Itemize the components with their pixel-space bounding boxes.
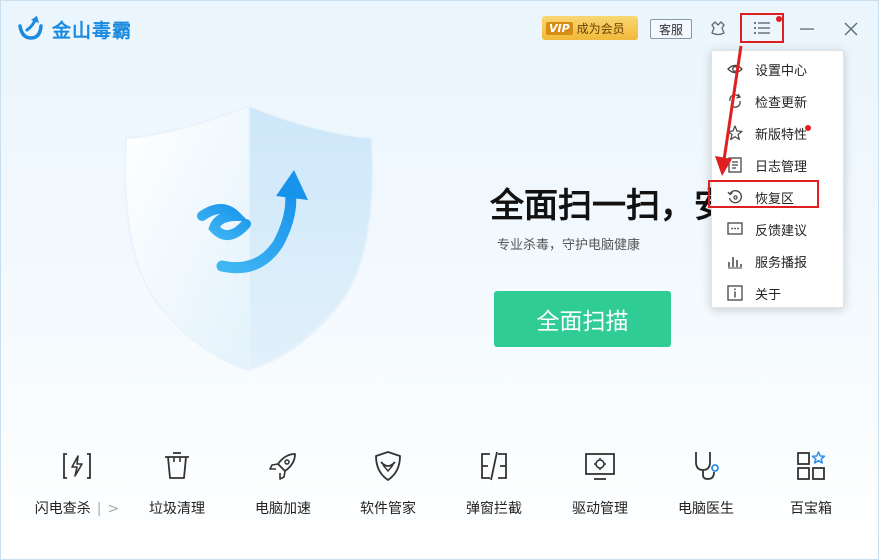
menu-item-label: 关于 <box>755 287 782 303</box>
tool-junk-clean[interactable]: 垃圾清理 <box>124 446 230 526</box>
menu-item-label: 检查更新 <box>755 95 808 111</box>
menu-item-new-features[interactable]: 新版特性 <box>712 117 845 149</box>
hero-title: 全面扫一扫，安 <box>490 186 716 226</box>
tool-software-manager[interactable]: 软件管家 <box>335 446 441 526</box>
menu-item-about[interactable]: 关于 <box>712 277 845 309</box>
hero-subtitle: 专业杀毒，守护电脑健康 <box>497 238 641 253</box>
shield-graphic <box>124 104 374 372</box>
logo-icon <box>18 16 43 40</box>
skin-button[interactable] <box>707 18 729 40</box>
minimize-icon <box>800 28 814 30</box>
rocket-icon <box>263 446 303 486</box>
menu-item-label: 新版特性 <box>755 127 808 143</box>
tool-toolbox[interactable]: 百宝箱 <box>758 446 864 526</box>
tool-lightning-scan[interactable]: 闪电查杀 | > <box>24 446 130 526</box>
app-logo: 金山毒霸 <box>16 14 132 44</box>
tool-popup-block[interactable]: 弹窗拦截 <box>441 446 547 526</box>
tool-label: 电脑加速 <box>255 501 311 517</box>
skin-icon <box>711 21 725 36</box>
report-icon <box>725 251 745 271</box>
log-icon <box>725 155 745 175</box>
tool-label: 闪电查杀 | > <box>34 501 120 517</box>
menu-item-label: 服务播报 <box>755 255 808 271</box>
toolbox-icon <box>791 446 831 486</box>
menu-item-check-update[interactable]: 检查更新 <box>712 85 845 117</box>
menu-notification-dot <box>776 16 782 22</box>
tool-driver-manager[interactable]: 驱动管理 <box>547 446 653 526</box>
tools-bar: 闪电查杀 | > 垃圾清理 电脑加速 软件管家 弹窗拦截 驱动管理 电脑医生 百… <box>0 446 879 526</box>
close-icon <box>844 22 858 36</box>
menu-icon <box>753 21 770 35</box>
main-menu-dropdown: 设置中心 检查更新 新版特性 日志管理 恢复区 反馈建议 服务播报 关于 <box>711 50 844 308</box>
tool-pc-speedup[interactable]: 电脑加速 <box>230 446 336 526</box>
software-shield-icon <box>368 446 408 486</box>
info-icon <box>725 283 745 303</box>
tool-separator: | <box>96 501 102 517</box>
vip-label: 成为会员 <box>576 21 625 36</box>
menu-item-log-manage[interactable]: 日志管理 <box>712 149 845 181</box>
stethoscope-icon <box>686 446 726 486</box>
close-button[interactable] <box>840 18 862 40</box>
star-icon <box>725 123 745 143</box>
trash-icon <box>157 446 197 486</box>
tool-label: 垃圾清理 <box>149 501 205 517</box>
tool-label: 软件管家 <box>360 501 416 517</box>
full-scan-button[interactable]: 全面扫描 <box>494 291 671 347</box>
tool-label: 弹窗拦截 <box>466 501 522 517</box>
app-name: 金山毒霸 <box>52 19 133 42</box>
update-icon <box>725 91 745 111</box>
menu-item-label: 反馈建议 <box>755 223 808 239</box>
restore-zone-highlight-box <box>708 180 819 208</box>
vip-tag: VIP <box>546 21 573 35</box>
customer-service-button[interactable]: 客服 <box>650 19 692 39</box>
tool-label: 驱动管理 <box>572 501 628 517</box>
driver-monitor-icon <box>580 446 620 486</box>
feedback-icon <box>725 219 745 239</box>
popup-block-icon <box>474 446 514 486</box>
vip-button[interactable]: VIP 成为会员 <box>542 16 638 40</box>
lightning-scan-icon <box>57 446 97 486</box>
menu-item-label: 日志管理 <box>755 159 808 175</box>
menu-item-service-report[interactable]: 服务播报 <box>712 245 845 277</box>
menu-item-settings[interactable]: 设置中心 <box>712 53 845 85</box>
settings-icon <box>725 59 745 79</box>
menu-item-label: 设置中心 <box>755 63 808 79</box>
tool-more-chevron[interactable]: > <box>107 501 119 517</box>
tool-label: 百宝箱 <box>790 501 832 517</box>
new-feature-dot <box>805 125 811 131</box>
menu-item-feedback[interactable]: 反馈建议 <box>712 213 845 245</box>
minimize-button[interactable] <box>796 18 818 40</box>
tool-pc-doctor[interactable]: 电脑医生 <box>653 446 759 526</box>
tool-label: 电脑医生 <box>678 501 734 517</box>
